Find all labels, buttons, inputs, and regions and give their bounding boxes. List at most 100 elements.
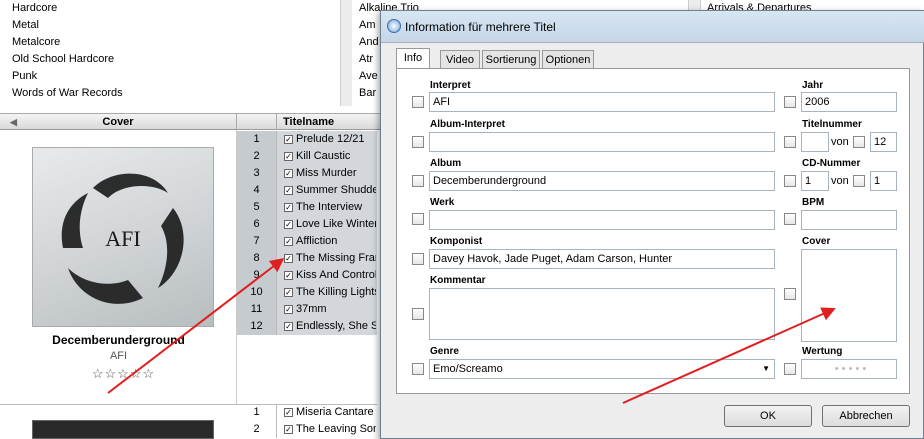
cover-drop-area[interactable] (801, 249, 897, 342)
album-field[interactable]: Decemberunderground (429, 171, 775, 191)
next-album-artwork[interactable] (32, 420, 214, 439)
track-checkbox[interactable]: ✓ (284, 169, 293, 178)
album-artwork[interactable]: AFI (32, 147, 214, 327)
track-number: 7 (237, 233, 277, 250)
rating-checkbox[interactable] (784, 363, 796, 375)
composer-field[interactable]: Davey Havok, Jade Puget, Adam Carson, Hu… (429, 249, 775, 269)
table-row[interactable]: 3 ✓ Miss Murder (237, 165, 377, 182)
genre-scrollbar[interactable] (340, 0, 352, 106)
number-column-header[interactable] (237, 114, 277, 130)
album-checkbox[interactable] (412, 175, 424, 187)
track-number-field[interactable] (801, 132, 829, 152)
album-artist-checkbox[interactable] (412, 136, 424, 148)
track-checkbox[interactable]: ✓ (284, 237, 293, 246)
disc-total-field[interactable]: 1 (870, 171, 897, 191)
album-label: Album (430, 158, 462, 169)
composer-label: Komponist (430, 236, 483, 247)
dialog-titlebar[interactable]: Information für mehrere Titel (381, 11, 924, 43)
track-checkbox[interactable]: ✓ (284, 220, 293, 229)
bpm-field[interactable] (801, 210, 897, 230)
artist-checkbox[interactable] (412, 96, 424, 108)
genre-item[interactable]: Metal (0, 17, 351, 34)
table-row[interactable]: 7 ✓ Affliction (237, 233, 377, 250)
track-title: The Killing Lights (296, 286, 376, 298)
genre-item[interactable]: Words of War Records (0, 85, 351, 102)
track-number: 1 (237, 131, 277, 148)
cover-column-header[interactable]: ◀ Cover (0, 114, 237, 130)
dropdown-arrow-icon: ▼ (762, 364, 770, 373)
track-checkbox[interactable]: ✓ (284, 152, 293, 161)
track-total-checkbox[interactable] (853, 136, 865, 148)
scroll-left-icon[interactable]: ◀ (10, 114, 17, 130)
table-row[interactable]: 10 ✓ The Killing Lights (237, 284, 377, 301)
comment-checkbox[interactable] (412, 308, 424, 320)
track-checkbox[interactable]: ✓ (284, 203, 293, 212)
cancel-button[interactable]: Abbrechen (822, 405, 910, 427)
table-row[interactable]: 1 ✓ Prelude 12/21 (237, 131, 377, 148)
track-title: The Leaving Song (296, 423, 376, 435)
table-row[interactable]: 2 ✓ Kill Caustic (237, 148, 377, 165)
table-row[interactable]: 4 ✓ Summer Shudder (237, 182, 377, 199)
album-artist-label: Album-Interpret (430, 119, 505, 130)
track-checkbox[interactable]: ✓ (284, 288, 293, 297)
track-title: Summer Shudder (296, 184, 376, 196)
table-row[interactable]: 2 ✓The Leaving Song (237, 421, 377, 438)
title-column-header[interactable]: Titelname (277, 114, 387, 130)
cover-label: Cover (802, 236, 831, 247)
track-number: 11 (237, 301, 277, 318)
table-row[interactable]: 5 ✓ The Interview (237, 199, 377, 216)
track-checkbox[interactable]: ✓ (284, 408, 293, 417)
genre-item[interactable]: Hardcore (0, 0, 351, 17)
artist-field[interactable]: AFI (429, 92, 775, 112)
track-title: Endlessly, She Said (296, 320, 376, 332)
track-total-field[interactable]: 12 (870, 132, 897, 152)
table-row[interactable]: 6 ✓ Love Like Winter (237, 216, 377, 233)
track-checkbox[interactable]: ✓ (284, 186, 293, 195)
year-checkbox[interactable] (784, 96, 796, 108)
track-number: 6 (237, 216, 277, 233)
genre-item[interactable]: Punk (0, 68, 351, 85)
track-checkbox[interactable]: ✓ (284, 305, 293, 314)
ok-button[interactable]: OK (724, 405, 812, 427)
tab-sorting[interactable]: Sortierung (482, 50, 540, 70)
track-checkbox[interactable]: ✓ (284, 425, 293, 434)
tab-video[interactable]: Video (440, 50, 480, 70)
track-checkbox[interactable]: ✓ (284, 271, 293, 280)
work-field[interactable] (429, 210, 775, 230)
track-title: The Missing Frame (296, 252, 376, 264)
track-title: Kiss And Control (296, 269, 376, 281)
track-title: The Interview (296, 201, 363, 213)
disc-number-checkbox[interactable] (784, 175, 796, 187)
track-number-label: Titelnummer (802, 119, 862, 130)
track-of-label: von (831, 136, 849, 148)
composer-checkbox[interactable] (412, 253, 424, 265)
work-checkbox[interactable] (412, 213, 424, 225)
disc-number-field[interactable]: 1 (801, 171, 829, 191)
genre-item[interactable]: Old School Hardcore (0, 51, 351, 68)
table-row[interactable]: 8✓The Missing Frame (237, 250, 377, 267)
bpm-checkbox[interactable] (784, 213, 796, 225)
rating-field[interactable]: • • • • • (801, 359, 897, 379)
dialog-title: Information für mehrere Titel (405, 20, 556, 34)
year-field[interactable]: 2006 (801, 92, 897, 112)
table-row[interactable]: 11 ✓ 37mm (237, 301, 377, 318)
artist-label: Interpret (430, 80, 471, 91)
track-number: 2 (237, 148, 277, 165)
genre-item[interactable]: Metalcore (0, 34, 351, 51)
genre-checkbox[interactable] (412, 363, 424, 375)
comment-field[interactable] (429, 288, 775, 340)
cover-checkbox[interactable] (784, 288, 796, 300)
table-row[interactable]: 12 ✓Endlessly, She Said (237, 318, 377, 335)
genre-list[interactable]: Hardcore Metal Metalcore Old School Hardcor… (0, 0, 352, 106)
track-number: 3 (237, 165, 277, 182)
track-title: Affliction (296, 235, 338, 247)
tab-options[interactable]: Optionen (542, 50, 594, 70)
table-row[interactable]: 1 ✓ Miseria Cantare (237, 404, 377, 421)
track-checkbox[interactable]: ✓ (284, 322, 293, 331)
track-checkbox[interactable]: ✓ (284, 135, 293, 144)
disc-total-checkbox[interactable] (853, 175, 865, 187)
track-number-checkbox[interactable] (784, 136, 796, 148)
album-artist-field[interactable] (429, 132, 775, 152)
tab-info[interactable]: Info (396, 48, 430, 70)
genre-dropdown[interactable]: Emo/Screamo ▼ (429, 359, 775, 379)
